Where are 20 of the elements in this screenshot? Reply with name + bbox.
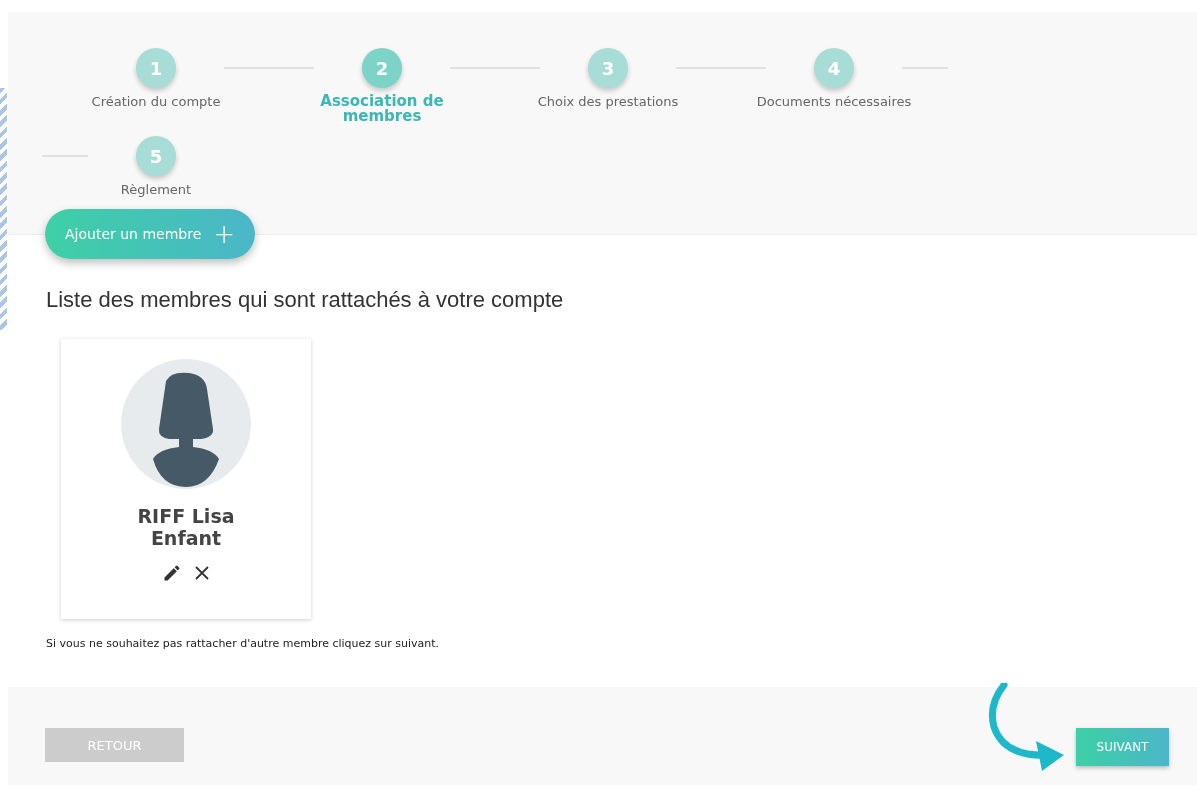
step-label: Association de membres <box>319 94 445 124</box>
step-number[interactable]: 3 <box>588 48 628 88</box>
step-label: Règlement <box>120 182 192 197</box>
member-name: RIFF Lisa <box>137 505 235 527</box>
step-number[interactable]: 5 <box>136 136 176 176</box>
member-relation: Enfant <box>150 527 222 549</box>
step-number[interactable]: 1 <box>136 48 176 88</box>
add-member-button[interactable]: Ajouter un membre + <box>45 209 256 259</box>
edit-icon[interactable] <box>162 563 182 583</box>
step-label: Création du compte <box>91 94 221 109</box>
close-icon[interactable] <box>194 565 210 581</box>
info-text: Si vous ne souhaitez pas rattacher d'autre membre cliquez sur suivant. <box>46 637 441 650</box>
step-number[interactable]: 2 <box>362 48 402 88</box>
avatar-silhouette-icon <box>121 359 251 489</box>
next-button[interactable]: SUIVANT <box>1076 728 1169 766</box>
step-number[interactable]: 4 <box>814 48 854 88</box>
section-heading: Liste des membres qui sont rattachés à votre compte <box>46 287 565 313</box>
plus-icon: + <box>213 221 236 247</box>
step-label: Choix des prestations <box>537 94 679 109</box>
step-label: Documents nécessaires <box>756 94 912 109</box>
